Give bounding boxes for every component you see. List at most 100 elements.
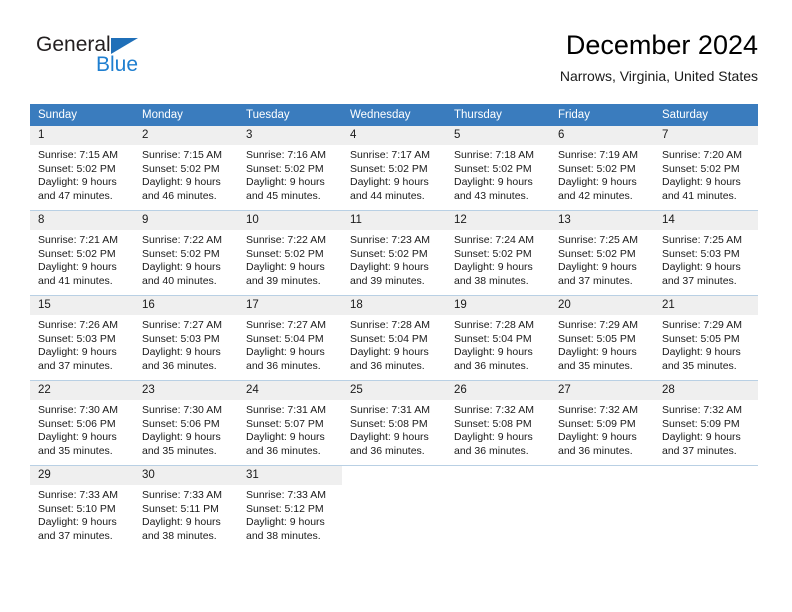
calendar-day-cell[interactable]: 10 Sunrise: 7:22 AM Sunset: 5:02 PM Dayligh… xyxy=(238,210,342,296)
calendar-day-cell[interactable]: 9 Sunrise: 7:22 AM Sunset: 5:02 PM Daylight… xyxy=(134,210,238,296)
calendar-day-cell[interactable]: 22 Sunrise: 7:30 AM Sunset: 5:06 PM Dayligh… xyxy=(30,380,134,466)
daylight-text-line2: and 40 minutes. xyxy=(142,274,217,287)
day-cell-inner: 4 Sunrise: 7:17 AM Sunset: 5:02 PM Daylight… xyxy=(342,126,446,210)
daylight-text-line2: and 36 minutes. xyxy=(454,444,529,457)
sunrise-text: Sunrise: 7:30 AM xyxy=(142,404,222,416)
daylight-text-line2: and 47 minutes. xyxy=(38,189,113,202)
day-number: 7 xyxy=(654,126,758,145)
daylight-text-line1: Daylight: 9 hours xyxy=(454,261,533,274)
day-details: Sunrise: 7:16 AM Sunset: 5:02 PM Daylight:… xyxy=(238,145,342,203)
calendar-day-cell[interactable]: 7 Sunrise: 7:20 AM Sunset: 5:02 PM Daylight… xyxy=(654,126,758,211)
day-number: 13 xyxy=(550,211,654,230)
daylight-text-line1: Daylight: 9 hours xyxy=(38,346,117,359)
calendar-day-cell[interactable]: 29 Sunrise: 7:33 AM Sunset: 5:10 PM Dayligh… xyxy=(30,465,134,550)
calendar-day-cell[interactable]: 12 Sunrise: 7:24 AM Sunset: 5:02 PM Dayligh… xyxy=(446,210,550,296)
calendar-week-row: 22 Sunrise: 7:30 AM Sunset: 5:06 PM Dayligh… xyxy=(30,380,758,466)
calendar-day-cell[interactable]: 16 Sunrise: 7:27 AM Sunset: 5:03 PM Dayligh… xyxy=(134,295,238,381)
day-number xyxy=(446,466,550,485)
calendar-day-cell[interactable]: 4 Sunrise: 7:17 AM Sunset: 5:02 PM Daylight… xyxy=(342,126,446,211)
day-number: 29 xyxy=(30,466,134,485)
sunset-text: Sunset: 5:03 PM xyxy=(142,332,220,345)
day-details: Sunrise: 7:32 AM Sunset: 5:09 PM Daylight:… xyxy=(654,400,758,458)
weekday-header-thursday: Thursday xyxy=(446,104,550,126)
logo-triangle-icon xyxy=(111,38,138,54)
calendar-day-cell[interactable]: 13 Sunrise: 7:25 AM Sunset: 5:02 PM Dayligh… xyxy=(550,210,654,296)
sunset-text: Sunset: 5:06 PM xyxy=(142,417,220,430)
calendar-day-cell[interactable]: 1 Sunrise: 7:15 AM Sunset: 5:02 PM Daylight… xyxy=(30,126,134,211)
daylight-text-line2: and 41 minutes. xyxy=(38,274,113,287)
day-cell-inner: 24 Sunrise: 7:31 AM Sunset: 5:07 PM Dayligh… xyxy=(238,381,342,465)
sunrise-text: Sunrise: 7:21 AM xyxy=(38,234,118,246)
calendar-day-cell[interactable]: 15 Sunrise: 7:26 AM Sunset: 5:03 PM Dayligh… xyxy=(30,295,134,381)
calendar-day-cell[interactable]: 31 Sunrise: 7:33 AM Sunset: 5:12 PM Dayligh… xyxy=(238,465,342,550)
day-number: 19 xyxy=(446,296,550,315)
weekday-header-monday: Monday xyxy=(134,104,238,126)
day-cell-inner: 11 Sunrise: 7:23 AM Sunset: 5:02 PM Dayligh… xyxy=(342,211,446,295)
calendar-day-cell[interactable]: 14 Sunrise: 7:25 AM Sunset: 5:03 PM Dayligh… xyxy=(654,210,758,296)
sunset-text: Sunset: 5:09 PM xyxy=(558,417,636,430)
calendar-day-cell[interactable]: 27 Sunrise: 7:32 AM Sunset: 5:09 PM Dayligh… xyxy=(550,380,654,466)
calendar-day-cell[interactable]: 25 Sunrise: 7:31 AM Sunset: 5:08 PM Dayligh… xyxy=(342,380,446,466)
sunrise-text: Sunrise: 7:17 AM xyxy=(350,149,430,161)
day-cell-inner: 7 Sunrise: 7:20 AM Sunset: 5:02 PM Daylight… xyxy=(654,126,758,210)
calendar-day-cell-empty xyxy=(550,465,654,550)
sunset-text: Sunset: 5:07 PM xyxy=(246,417,324,430)
daylight-text-line1: Daylight: 9 hours xyxy=(142,516,221,529)
day-number: 9 xyxy=(134,211,238,230)
calendar-day-cell[interactable]: 30 Sunrise: 7:33 AM Sunset: 5:11 PM Dayligh… xyxy=(134,465,238,550)
day-cell-inner: 2 Sunrise: 7:15 AM Sunset: 5:02 PM Daylight… xyxy=(134,126,238,210)
day-cell-inner xyxy=(550,466,654,550)
weekday-header-sunday: Sunday xyxy=(30,104,134,126)
calendar-day-cell[interactable]: 18 Sunrise: 7:28 AM Sunset: 5:04 PM Dayligh… xyxy=(342,295,446,381)
day-details: Sunrise: 7:19 AM Sunset: 5:02 PM Daylight:… xyxy=(550,145,654,203)
sunrise-text: Sunrise: 7:33 AM xyxy=(38,489,118,501)
daylight-text-line2: and 44 minutes. xyxy=(350,189,425,202)
calendar-day-cell[interactable]: 28 Sunrise: 7:32 AM Sunset: 5:09 PM Dayligh… xyxy=(654,380,758,466)
sunrise-text: Sunrise: 7:33 AM xyxy=(142,489,222,501)
day-number: 27 xyxy=(550,381,654,400)
sunrise-text: Sunrise: 7:28 AM xyxy=(454,319,534,331)
sunrise-text: Sunrise: 7:32 AM xyxy=(454,404,534,416)
calendar-day-cell[interactable]: 20 Sunrise: 7:29 AM Sunset: 5:05 PM Dayligh… xyxy=(550,295,654,381)
day-details xyxy=(654,485,758,489)
sunrise-text: Sunrise: 7:22 AM xyxy=(142,234,222,246)
calendar-day-cell[interactable]: 2 Sunrise: 7:15 AM Sunset: 5:02 PM Daylight… xyxy=(134,126,238,211)
calendar-day-cell[interactable]: 26 Sunrise: 7:32 AM Sunset: 5:08 PM Dayligh… xyxy=(446,380,550,466)
day-number: 30 xyxy=(134,466,238,485)
general-blue-logo[interactable]: General Blue xyxy=(36,34,236,90)
day-details: Sunrise: 7:22 AM Sunset: 5:02 PM Daylight:… xyxy=(238,230,342,288)
daylight-text-line1: Daylight: 9 hours xyxy=(350,261,429,274)
sunrise-text: Sunrise: 7:28 AM xyxy=(350,319,430,331)
calendar-week-row: 8 Sunrise: 7:21 AM Sunset: 5:02 PM Daylight… xyxy=(30,210,758,296)
sunset-text: Sunset: 5:02 PM xyxy=(350,162,428,175)
day-details: Sunrise: 7:17 AM Sunset: 5:02 PM Daylight:… xyxy=(342,145,446,203)
daylight-text-line2: and 37 minutes. xyxy=(38,529,113,542)
day-number xyxy=(342,466,446,485)
sunset-text: Sunset: 5:02 PM xyxy=(558,162,636,175)
calendar-day-cell[interactable]: 17 Sunrise: 7:27 AM Sunset: 5:04 PM Dayligh… xyxy=(238,295,342,381)
sunset-text: Sunset: 5:02 PM xyxy=(558,247,636,260)
sunset-text: Sunset: 5:04 PM xyxy=(350,332,428,345)
day-cell-inner: 27 Sunrise: 7:32 AM Sunset: 5:09 PM Dayligh… xyxy=(550,381,654,465)
page-subtitle: Narrows, Virginia, United States xyxy=(559,68,758,84)
calendar-day-cell[interactable]: 21 Sunrise: 7:29 AM Sunset: 5:05 PM Dayligh… xyxy=(654,295,758,381)
day-number: 31 xyxy=(238,466,342,485)
calendar-day-cell[interactable]: 3 Sunrise: 7:16 AM Sunset: 5:02 PM Daylight… xyxy=(238,126,342,211)
calendar-day-cell[interactable]: 19 Sunrise: 7:28 AM Sunset: 5:04 PM Dayligh… xyxy=(446,295,550,381)
calendar-day-cell[interactable]: 23 Sunrise: 7:30 AM Sunset: 5:06 PM Dayligh… xyxy=(134,380,238,466)
sunrise-text: Sunrise: 7:25 AM xyxy=(662,234,742,246)
day-number: 10 xyxy=(238,211,342,230)
calendar-day-cell-empty xyxy=(654,465,758,550)
day-details: Sunrise: 7:33 AM Sunset: 5:12 PM Daylight:… xyxy=(238,485,342,543)
daylight-text-line2: and 41 minutes. xyxy=(662,189,737,202)
sunset-text: Sunset: 5:02 PM xyxy=(142,247,220,260)
calendar-day-cell[interactable]: 8 Sunrise: 7:21 AM Sunset: 5:02 PM Daylight… xyxy=(30,210,134,296)
calendar-day-cell[interactable]: 24 Sunrise: 7:31 AM Sunset: 5:07 PM Dayligh… xyxy=(238,380,342,466)
calendar-day-cell[interactable]: 11 Sunrise: 7:23 AM Sunset: 5:02 PM Dayligh… xyxy=(342,210,446,296)
day-number: 28 xyxy=(654,381,758,400)
day-number: 22 xyxy=(30,381,134,400)
calendar-day-cell[interactable]: 6 Sunrise: 7:19 AM Sunset: 5:02 PM Daylight… xyxy=(550,126,654,211)
calendar-page: General Blue December 2024 Narrows, Virg… xyxy=(0,0,792,612)
sunrise-text: Sunrise: 7:27 AM xyxy=(142,319,222,331)
calendar-day-cell[interactable]: 5 Sunrise: 7:18 AM Sunset: 5:02 PM Daylight… xyxy=(446,126,550,211)
